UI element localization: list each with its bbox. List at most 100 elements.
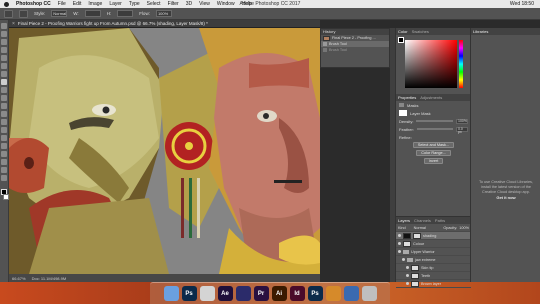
close-tab-icon[interactable]: × xyxy=(12,21,15,27)
layer-row[interactable]: Brown layer xyxy=(396,280,471,288)
healing-tool-icon[interactable] xyxy=(1,71,7,77)
tab-channels[interactable]: Channels xyxy=(414,218,431,223)
move-tool-icon[interactable] xyxy=(1,23,7,29)
zoom-tool-icon[interactable] xyxy=(1,175,7,181)
blend-mode-select[interactable]: Normal xyxy=(414,226,426,230)
menu-layer[interactable]: Layer xyxy=(109,1,122,7)
marquee-tool-icon[interactable] xyxy=(1,31,7,37)
menu-view[interactable]: View xyxy=(199,1,210,7)
menu-type[interactable]: Type xyxy=(129,1,140,7)
foreground-swatch[interactable] xyxy=(398,37,404,43)
indesign-icon[interactable]: Id xyxy=(289,286,305,301)
eye-icon[interactable] xyxy=(398,242,401,245)
app-menu[interactable]: Photoshop CC xyxy=(16,1,51,7)
tab-libraries[interactable]: Libraries xyxy=(473,29,488,34)
tab-swatches[interactable]: Swatches xyxy=(412,29,429,34)
menu-image[interactable]: Image xyxy=(88,1,102,7)
trash-icon[interactable] xyxy=(361,286,377,301)
mask-thumbnail[interactable] xyxy=(413,232,421,239)
eye-icon[interactable] xyxy=(402,258,405,261)
properties-tabs: Properties Adjustments xyxy=(396,94,471,101)
menu-3d[interactable]: 3D xyxy=(186,1,192,7)
style-select[interactable]: Normal xyxy=(51,10,68,17)
invert-button[interactable]: Invert xyxy=(423,158,444,164)
density-field[interactable]: 100% xyxy=(456,118,468,124)
select-and-mask-button[interactable]: Select and Mask... xyxy=(412,142,455,148)
height-field[interactable] xyxy=(117,10,134,17)
color-range-button[interactable]: Color Range... xyxy=(416,150,451,156)
get-it-now-link[interactable]: Get it now xyxy=(477,195,535,200)
layer-row[interactable]: Skin tip xyxy=(396,264,471,272)
layer-group-row[interactable]: jaw extreme xyxy=(396,256,471,264)
density-slider[interactable] xyxy=(416,120,453,122)
path-select-tool-icon[interactable] xyxy=(1,151,7,157)
tab-layers[interactable]: Layers xyxy=(398,218,410,223)
photoshop-icon[interactable]: Ps xyxy=(181,286,197,301)
opacity-field[interactable]: 100% xyxy=(459,226,469,230)
menu-edit[interactable]: Edit xyxy=(73,1,82,7)
eye-icon[interactable] xyxy=(406,274,409,277)
feather-field[interactable]: 0.0 px xyxy=(456,126,468,133)
menu-filter[interactable]: Filter xyxy=(168,1,179,7)
history-brush-tool-icon[interactable] xyxy=(1,95,7,101)
photoshop2-icon[interactable]: Ps xyxy=(307,286,323,301)
tab-color[interactable]: Color xyxy=(398,29,408,34)
kind-filter[interactable]: Kind xyxy=(398,226,406,230)
tab-adjustments[interactable]: Adjustments xyxy=(420,95,442,100)
stamp-tool-icon[interactable] xyxy=(1,87,7,93)
audio-icon[interactable] xyxy=(235,286,251,301)
history-step[interactable]: Brush Tool xyxy=(321,47,389,53)
menu-help[interactable]: Help xyxy=(242,1,252,7)
eye-icon[interactable] xyxy=(406,282,409,285)
layer-thumbnail xyxy=(403,232,411,239)
width-field[interactable] xyxy=(84,10,101,17)
document-tab[interactable]: × Final Piece 2 - Proofing Warriors figh… xyxy=(9,20,320,28)
layer-row[interactable]: Teeth xyxy=(396,272,471,280)
menu-window[interactable]: Window xyxy=(217,1,235,7)
layer-row[interactable]: shading xyxy=(396,232,471,240)
gradient-tool-icon[interactable] xyxy=(1,111,7,117)
quick-select-tool-icon[interactable] xyxy=(1,47,7,53)
shape-tool-icon[interactable] xyxy=(1,159,7,165)
hue-slider[interactable] xyxy=(459,40,463,88)
lasso-tool-icon[interactable] xyxy=(1,39,7,45)
background-color-swatch[interactable] xyxy=(2,194,9,200)
crop-tool-icon[interactable] xyxy=(1,55,7,61)
brush-preset-icon[interactable] xyxy=(19,9,28,18)
type-tool-icon[interactable] xyxy=(1,143,7,149)
tab-paths[interactable]: Paths xyxy=(435,218,445,223)
illustrator-icon[interactable]: Ai xyxy=(271,286,287,301)
layers-tabs: Layers Channels Paths xyxy=(396,217,471,224)
eye-icon[interactable] xyxy=(398,234,401,237)
dodge-tool-icon[interactable] xyxy=(1,127,7,133)
opacity-label: Opacity: xyxy=(443,225,458,230)
color-field[interactable] xyxy=(405,40,457,88)
finder-icon[interactable] xyxy=(163,286,179,301)
menu-select[interactable]: Select xyxy=(147,1,161,7)
layer-group-row[interactable]: Upper Warrior xyxy=(396,248,471,256)
apple-menu-icon[interactable] xyxy=(4,1,9,7)
brush-tool-icon[interactable] xyxy=(1,79,7,85)
blur-tool-icon[interactable] xyxy=(1,119,7,125)
premiere-icon[interactable]: Pr xyxy=(253,286,269,301)
menu-file[interactable]: File xyxy=(58,1,66,7)
menubar-clock[interactable]: Wed 18:50 xyxy=(510,0,534,8)
pen-tool-icon[interactable] xyxy=(1,135,7,141)
indesign-orange-icon[interactable] xyxy=(199,286,215,301)
tab-properties[interactable]: Properties xyxy=(398,95,416,100)
quicktime-icon[interactable] xyxy=(343,286,359,301)
tool-preset-icon[interactable] xyxy=(4,9,13,18)
eyedropper-tool-icon[interactable] xyxy=(1,63,7,69)
eye-icon[interactable] xyxy=(406,266,409,269)
zoom-readout[interactable]: 66.67% xyxy=(12,276,26,281)
bridge-icon[interactable] xyxy=(325,286,341,301)
eraser-tool-icon[interactable] xyxy=(1,103,7,109)
document-canvas[interactable] xyxy=(9,28,320,274)
flow-field[interactable]: 100% xyxy=(155,10,172,17)
layer-mask-thumb[interactable] xyxy=(399,110,407,116)
feather-slider[interactable] xyxy=(416,128,453,130)
eye-icon[interactable] xyxy=(398,250,401,253)
layer-row[interactable]: Colour xyxy=(396,240,471,248)
after-effects-icon[interactable]: Ae xyxy=(217,286,233,301)
hand-tool-icon[interactable] xyxy=(1,167,7,173)
